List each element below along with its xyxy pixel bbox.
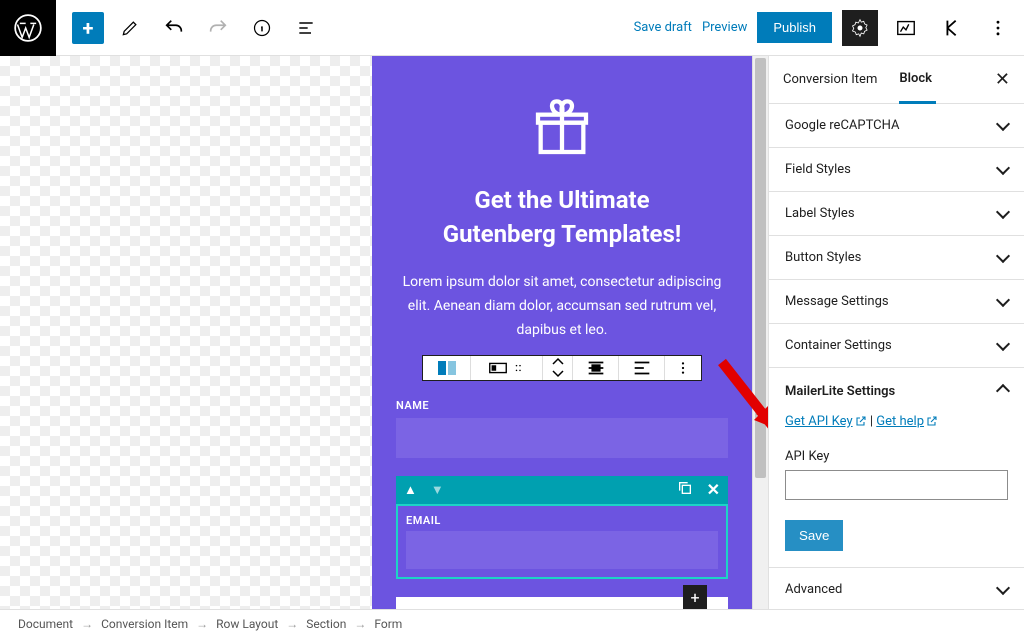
name-label: NAME [396,399,728,412]
tab-block[interactable]: Block [899,56,936,104]
info-icon[interactable] [244,10,280,46]
breadcrumb: Document→ Conversion Item→ Row Layout→ S… [0,609,1024,637]
gift-icon [530,96,594,164]
chevron-down-icon [998,582,1008,597]
chevron-down-icon [998,206,1008,221]
settings-icon[interactable] [842,10,878,46]
remove-icon[interactable]: ✕ [707,480,720,499]
api-key-label: API Key [785,449,1008,464]
mailerlite-panel-body: Get API Key | Get help API Key Save [769,414,1024,568]
external-link-icon [855,415,867,431]
field-selected-toolbar: ▲ ▼ ✕ [396,476,728,504]
get-help-link[interactable]: Get help [876,414,938,429]
close-sidebar-icon[interactable]: ✕ [995,69,1010,90]
preview-link[interactable]: Preview [702,20,747,35]
title-line-2: Gutenberg Templates! [443,220,682,248]
external-link-icon [926,415,938,431]
chevron-down-icon [998,294,1008,309]
collapse-down-icon[interactable]: ▼ [431,482,444,498]
submit-button[interactable]: SEND ME THE ICONS! [396,597,728,609]
panel-label-styles[interactable]: Label Styles [769,192,1024,236]
wordpress-logo[interactable] [0,0,56,56]
collapse-up-icon[interactable]: ▲ [404,482,417,498]
layout-icon[interactable] [471,356,543,380]
panel-container-settings[interactable]: Container Settings [769,324,1024,368]
panel-button-styles[interactable]: Button Styles [769,236,1024,280]
tab-conversion-item[interactable]: Conversion Item [783,56,881,104]
add-block-button[interactable]: + [72,12,104,44]
editor-canvas: Get the Ultimate Gutenberg Templates! Lo… [0,56,768,609]
bc-row-layout[interactable]: Row Layout [216,617,278,631]
email-input[interactable] [406,531,718,569]
kadence-icon[interactable] [934,10,970,46]
chevron-up-icon [998,382,1008,400]
block-type-icon[interactable] [423,356,471,380]
top-toolbar: + Save draft Preview Publish [0,0,1024,56]
title-line-1: Get the Ultimate [474,186,649,214]
panel-advanced[interactable]: Advanced [769,568,1024,609]
email-field-wrapper: ▲ ▼ ✕ EMAIL [396,476,728,579]
duplicate-icon[interactable] [677,480,693,500]
get-api-key-link[interactable]: Get API Key [785,414,867,429]
jetpack-icon[interactable] [888,10,924,46]
text-align-icon[interactable] [619,356,665,380]
bc-conversion-item[interactable]: Conversion Item [101,617,188,631]
redo-icon [200,10,236,46]
editor-scrollbar[interactable] [752,56,768,609]
options-icon[interactable] [980,10,1016,46]
bc-section[interactable]: Section [306,617,346,631]
more-options-icon[interactable] [665,356,701,380]
name-field-wrapper: NAME [396,399,728,476]
name-input[interactable] [396,418,728,458]
transparent-bg [0,56,372,609]
add-block-inline-button[interactable]: + [683,585,707,609]
save-draft-link[interactable]: Save draft [634,20,692,35]
hero-title: Get the Ultimate Gutenberg Templates! [443,184,682,251]
undo-icon[interactable] [156,10,192,46]
chevron-down-icon [998,250,1008,265]
chevron-down-icon [998,118,1008,133]
bc-form[interactable]: Form [374,617,402,631]
hero-body: Lorem ipsum dolor sit amet, consectetur … [396,271,728,342]
panel-field-styles[interactable]: Field Styles [769,148,1024,192]
block-toolbar [422,355,702,381]
bc-document[interactable]: Document [18,617,73,631]
align-icon[interactable] [573,356,619,380]
api-key-input[interactable] [785,470,1008,500]
form-preview: Get the Ultimate Gutenberg Templates! Lo… [372,56,752,609]
publish-button[interactable]: Publish [757,12,832,43]
panel-mailerlite[interactable]: MailerLite Settings [769,368,1024,414]
outline-icon[interactable] [288,10,324,46]
settings-sidebar: Conversion Item Block ✕ Google reCAPTCHA… [768,56,1024,609]
chevron-down-icon [998,162,1008,177]
move-arrows-icon[interactable] [543,356,573,380]
chevron-down-icon [998,338,1008,353]
edit-icon[interactable] [112,10,148,46]
email-label: EMAIL [406,514,718,527]
panel-message-settings[interactable]: Message Settings [769,280,1024,324]
save-api-key-button[interactable]: Save [785,520,843,551]
panel-recaptcha[interactable]: Google reCAPTCHA [769,104,1024,148]
